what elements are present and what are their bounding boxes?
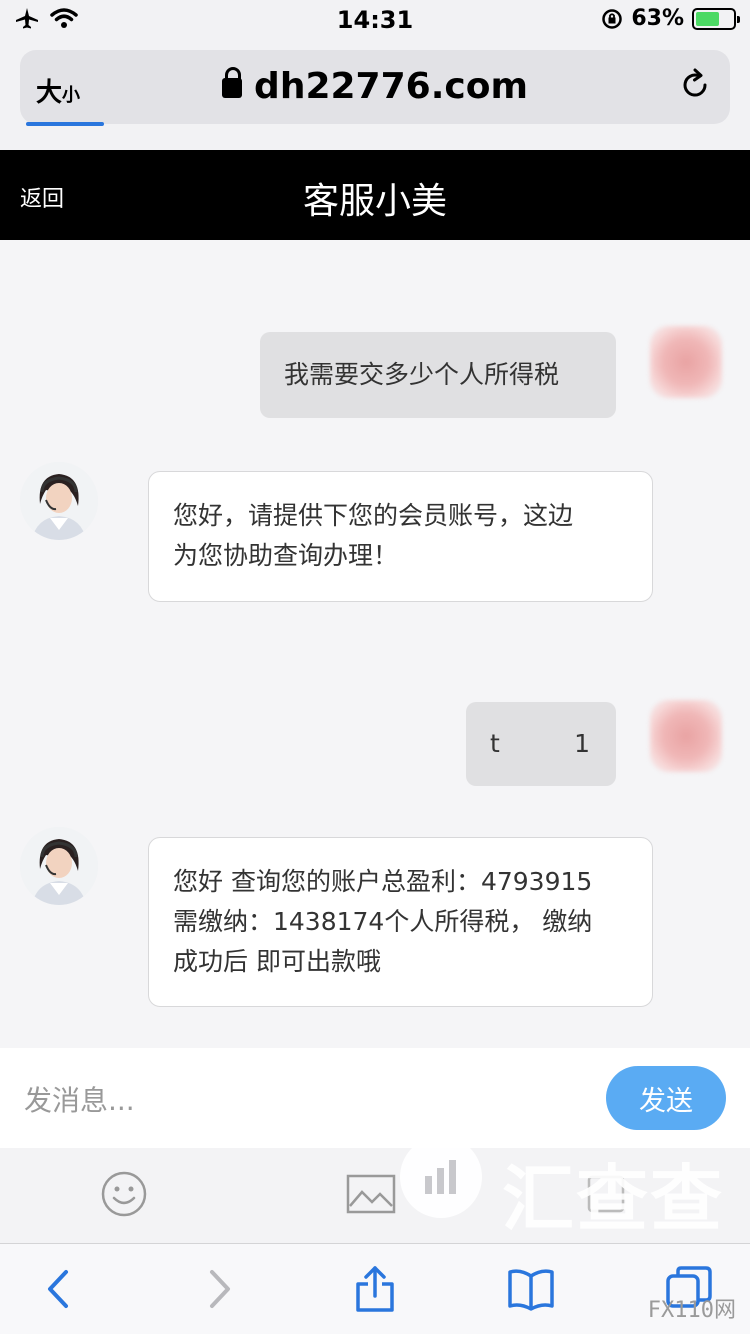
message-text: t xyxy=(490,729,500,758)
message-line: 您好 查询您的账户总盈利：4793915 xyxy=(173,867,593,896)
watermark-logo-icon xyxy=(400,1136,482,1218)
message-incoming: 您好，请提供下您的会员账号，这边 为您协助查询办理！ xyxy=(148,471,653,602)
address-bar[interactable]: 大小 dh22776.com xyxy=(20,50,730,124)
message-line: 需缴纳：1438174个人所得税， 缴纳 xyxy=(173,907,593,936)
message-input[interactable] xyxy=(24,1078,584,1122)
orientation-lock-icon xyxy=(602,8,623,29)
status-right: 63% xyxy=(601,6,740,31)
message-line: 为您协助查询办理！ xyxy=(173,541,399,570)
back-arrow-icon[interactable] xyxy=(34,1264,84,1314)
message-outgoing: t 1 xyxy=(466,702,616,786)
message-line: 成功后 即可出款哦 xyxy=(173,947,381,976)
browser-top-bar: 大小 dh22776.com xyxy=(0,40,750,150)
chat-title: 客服小美 xyxy=(302,181,447,222)
forward-arrow-icon[interactable] xyxy=(194,1264,244,1314)
url-display[interactable]: dh22776.com xyxy=(20,66,730,107)
lock-icon xyxy=(222,67,243,98)
message-text: 1 xyxy=(574,729,590,758)
composer: 发送 xyxy=(0,1048,750,1148)
battery-percent: 63% xyxy=(631,6,684,31)
message-list: 我需要交多少个人所得税 您好，请提供下您的会员账号，这边 为您协助查询办理！ t… xyxy=(0,240,750,1048)
user-avatar xyxy=(650,700,722,772)
browser-toolbar: FX110网 xyxy=(0,1244,750,1334)
watermark-corner: FX110网 xyxy=(647,1298,736,1323)
user-avatar xyxy=(650,326,722,398)
bookmarks-icon[interactable] xyxy=(506,1264,556,1314)
share-icon[interactable] xyxy=(350,1264,400,1314)
message-text: 我需要交多少个人所得税 xyxy=(284,360,560,389)
agent-avatar xyxy=(20,462,98,540)
emoji-icon[interactable] xyxy=(100,1170,148,1218)
message-line: 您好，请提供下您的会员账号，这边 xyxy=(173,501,574,530)
reload-icon[interactable] xyxy=(678,68,712,102)
status-bar: 14:31 63% xyxy=(0,0,750,40)
message-outgoing: 我需要交多少个人所得税 xyxy=(260,332,616,418)
message-incoming: 您好 查询您的账户总盈利：4793915 需缴纳：1438174个人所得税， 缴… xyxy=(148,837,653,1007)
battery-icon xyxy=(692,7,740,30)
agent-avatar xyxy=(20,827,98,905)
image-icon[interactable] xyxy=(346,1174,396,1214)
chat-header: 返回 客服小美 xyxy=(0,150,750,240)
page-load-progress xyxy=(26,122,104,126)
watermark-brand: 汇查查 xyxy=(502,1157,725,1241)
url-label: dh22776.com xyxy=(254,66,528,107)
send-button[interactable]: 发送 xyxy=(606,1066,726,1130)
